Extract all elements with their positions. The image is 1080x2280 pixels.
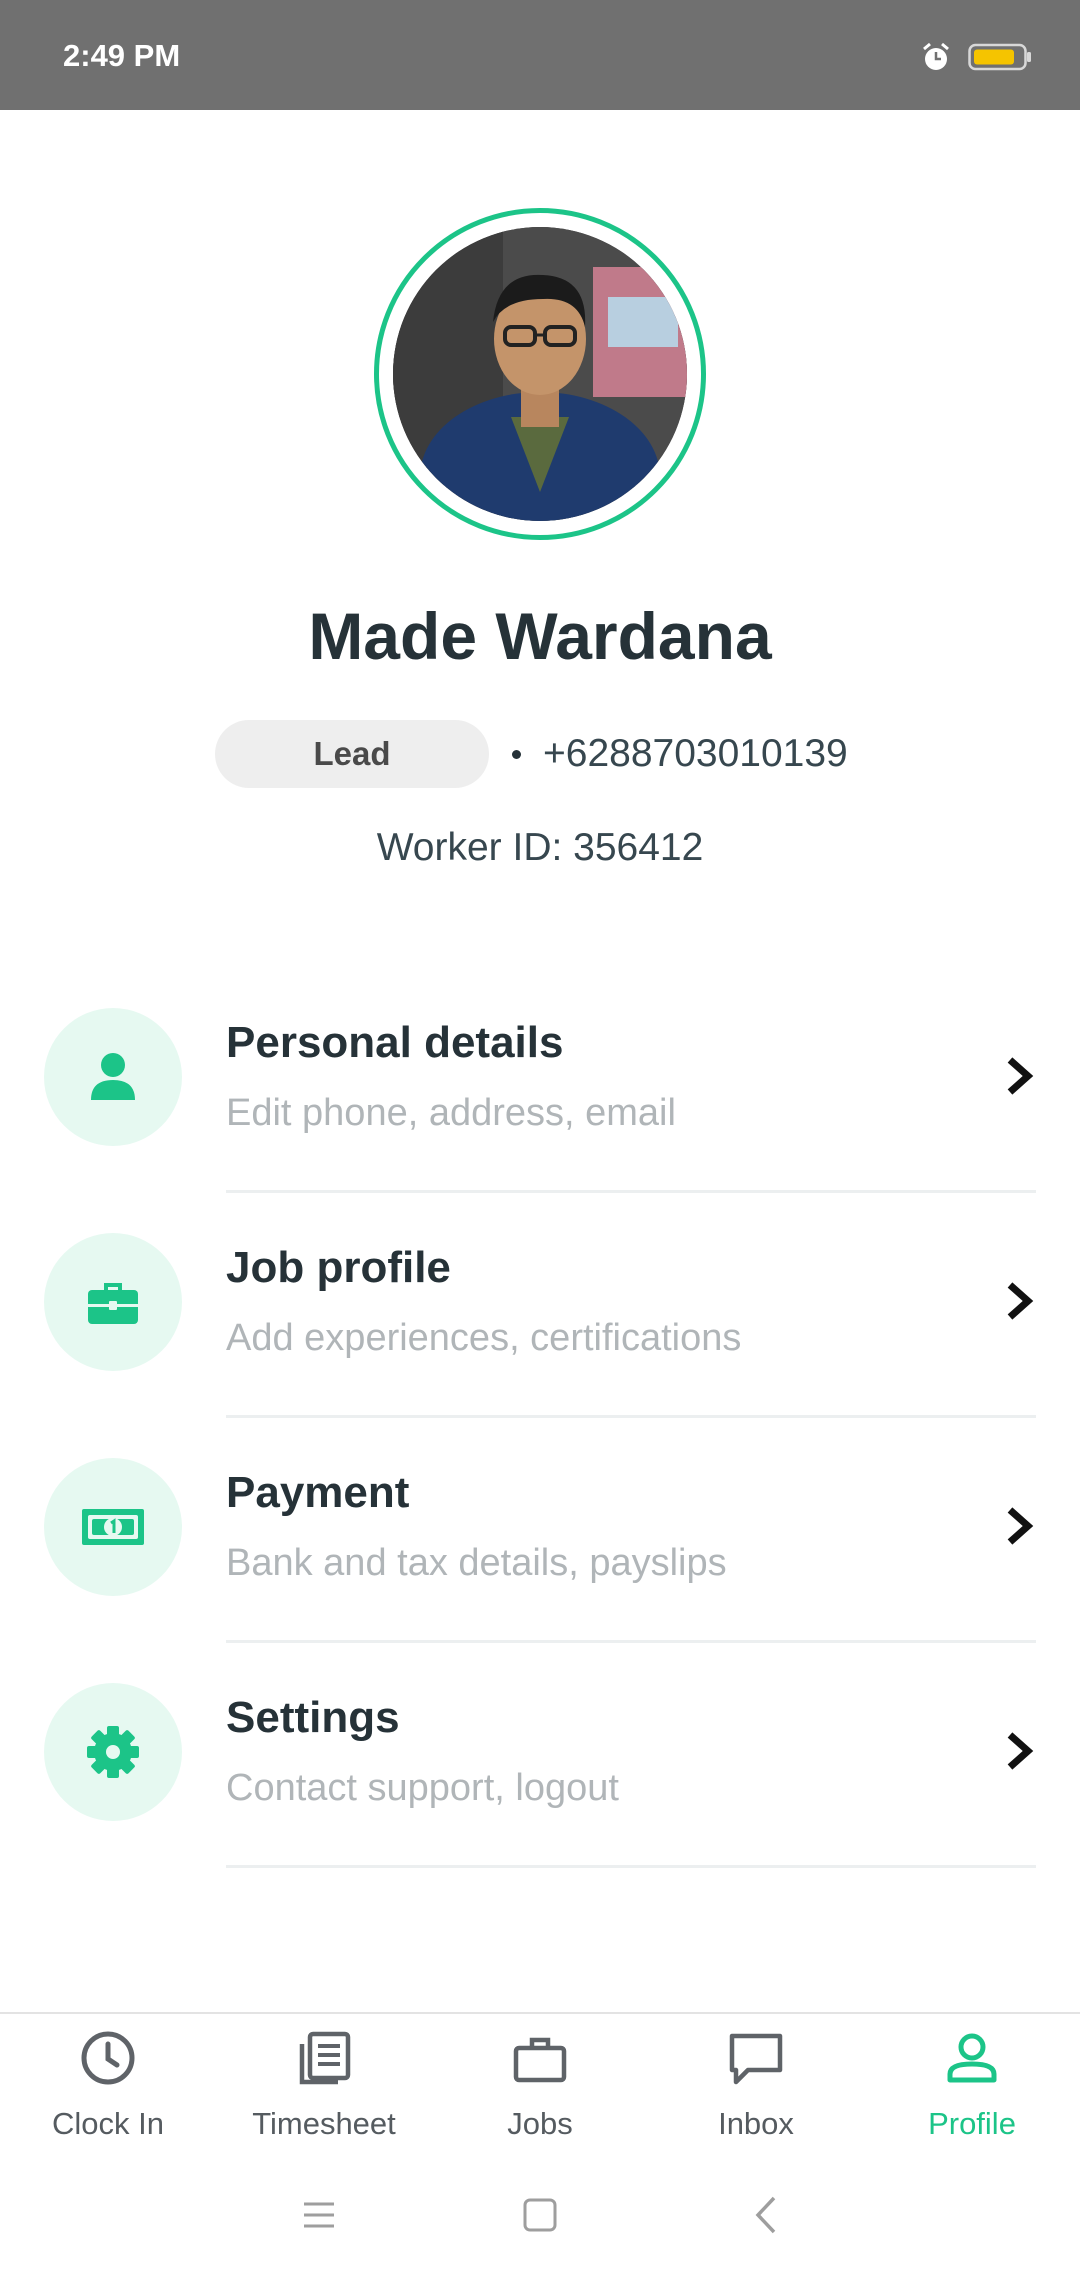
avatar[interactable]	[393, 227, 687, 521]
battery-icon	[968, 43, 1031, 71]
person-icon	[947, 2033, 997, 2083]
menu-subtitle: Contact support, logout	[226, 1767, 619, 1809]
menu-icon-circle	[44, 1458, 182, 1596]
chat-icon	[729, 2033, 783, 2085]
person-icon	[91, 1053, 135, 1100]
divider	[226, 1190, 1036, 1193]
role-badge: Lead	[215, 720, 489, 788]
menu-subtitle: Add experiences, certifications	[226, 1317, 742, 1359]
nav-label: Profile	[928, 2106, 1016, 2141]
divider	[226, 1640, 1036, 1643]
menu-item-personal-details[interactable]: Personal details Edit phone, address, em…	[0, 1008, 1080, 1233]
chevron-right-icon	[1007, 1507, 1034, 1545]
menu-icon-circle	[44, 1233, 182, 1371]
bottom-nav: Clock In Timesheet Jobs Inbox Profile	[0, 2012, 1080, 2150]
worker-id: Worker ID: 356412	[376, 826, 704, 869]
chevron-right-icon	[1007, 1057, 1034, 1095]
menu-icon[interactable]	[284, 2180, 354, 2250]
nav-label: Clock In	[52, 2106, 164, 2141]
menu-title: Personal details	[226, 1018, 564, 1067]
menu-subtitle: Edit phone, address, email	[226, 1092, 676, 1134]
status-time: 2:49 PM	[63, 38, 181, 73]
menu-item-job-profile[interactable]: Job profile Add experiences, certificati…	[0, 1233, 1080, 1458]
status-bar: 2:49 PM	[0, 0, 1080, 110]
alarm-icon	[923, 42, 949, 70]
phone-number: +6288703010139	[543, 732, 848, 775]
chevron-right-icon	[1007, 1732, 1034, 1770]
banknote-icon	[82, 1509, 144, 1545]
back-icon[interactable]	[732, 2180, 802, 2250]
menu-title: Payment	[226, 1468, 410, 1517]
menu-subtitle: Bank and tax details, payslips	[226, 1542, 727, 1584]
menu-icon-circle	[44, 1683, 182, 1821]
chevron-right-icon	[1007, 1282, 1034, 1320]
separator-dot	[512, 750, 521, 759]
menu-item-settings[interactable]: Settings Contact support, logout	[0, 1683, 1080, 1908]
nav-label: Inbox	[718, 2106, 794, 2141]
home-icon[interactable]	[505, 2180, 575, 2250]
nav-tab-timesheet[interactable]: Timesheet	[216, 2014, 432, 2152]
menu-item-payment[interactable]: Payment Bank and tax details, payslips	[0, 1458, 1080, 1683]
nav-label: Timesheet	[252, 2106, 396, 2141]
divider	[226, 1415, 1036, 1418]
gear-icon	[87, 1726, 139, 1778]
briefcase-icon	[513, 2037, 567, 2083]
system-nav-bar	[0, 2150, 1080, 2280]
profile-name: Made Wardana	[308, 599, 772, 673]
avatar-photo	[393, 227, 687, 521]
divider	[226, 1865, 1036, 1868]
menu-icon-circle	[44, 1008, 182, 1146]
menu-title: Settings	[226, 1693, 400, 1742]
nav-label: Jobs	[507, 2106, 573, 2141]
clock-icon	[81, 2031, 135, 2085]
menu-title: Job profile	[226, 1243, 451, 1292]
nav-tab-profile[interactable]: Profile	[864, 2014, 1080, 2152]
nav-tab-clock-in[interactable]: Clock In	[0, 2014, 216, 2152]
nav-tab-jobs[interactable]: Jobs	[432, 2014, 648, 2152]
nav-tab-inbox[interactable]: Inbox	[648, 2014, 864, 2152]
avatar-ring[interactable]	[374, 208, 706, 540]
briefcase-icon	[88, 1283, 138, 1324]
document-icon	[299, 2031, 351, 2085]
